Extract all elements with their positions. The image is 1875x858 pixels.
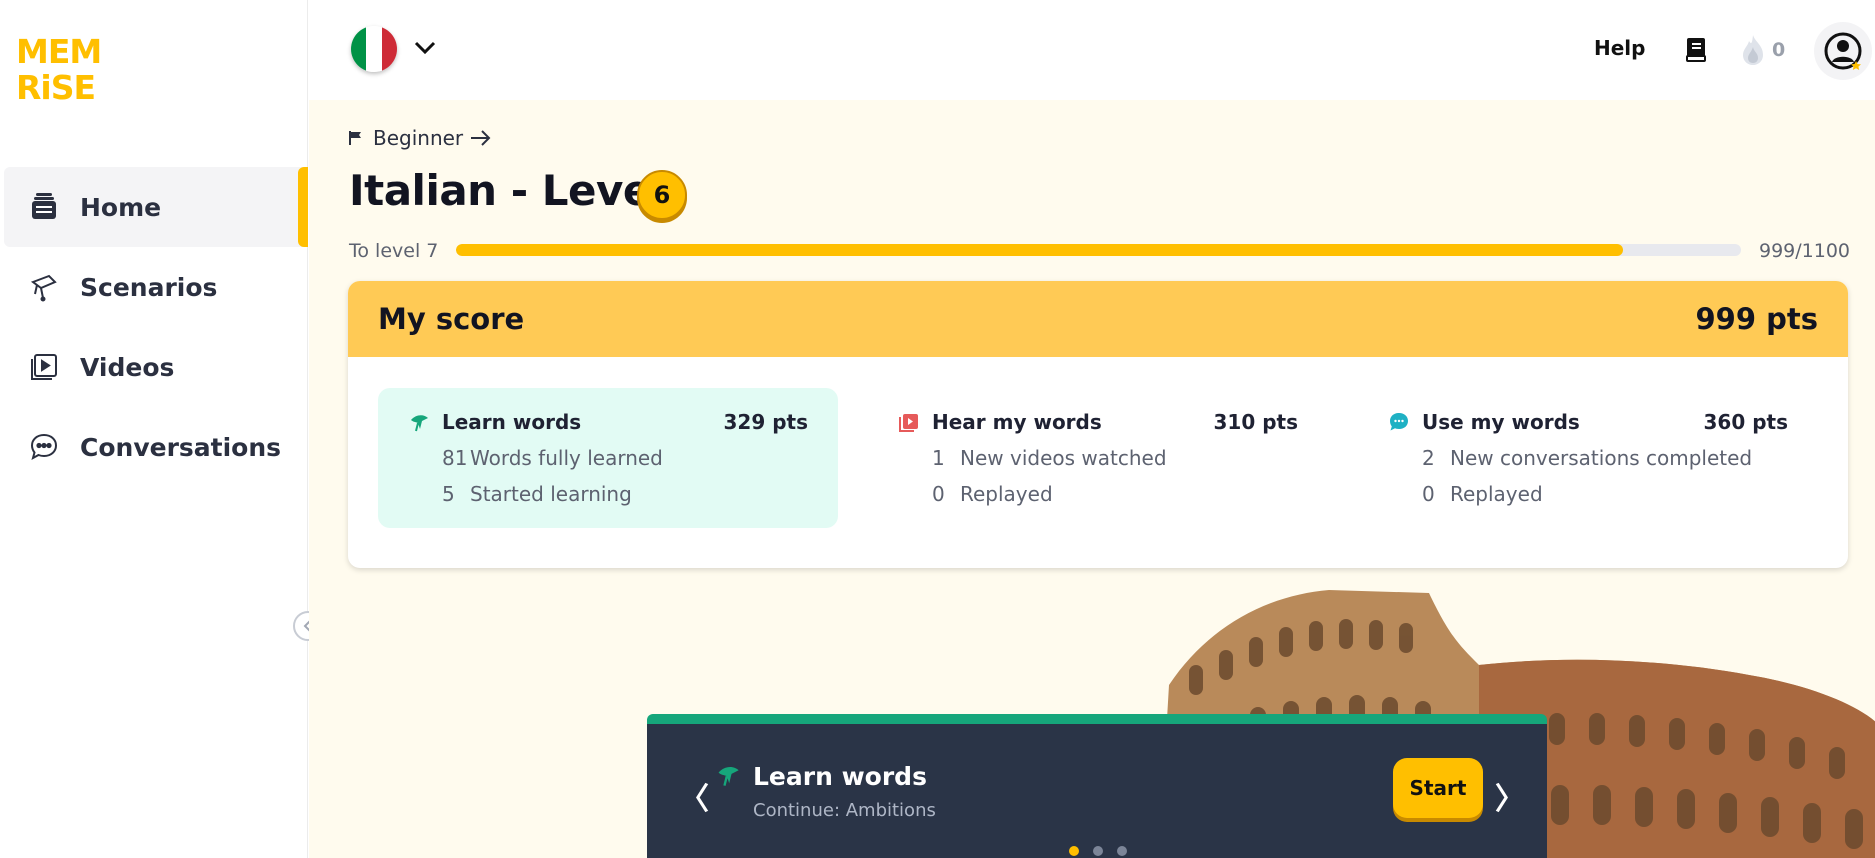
carousel-dot[interactable] xyxy=(1093,846,1103,856)
logo-line-2: RiSE xyxy=(16,68,96,107)
progress-label: To level 7 xyxy=(349,240,439,262)
column-name: Hear my words xyxy=(932,410,1102,434)
top-bar: Help 0 xyxy=(309,0,1875,100)
help-link[interactable]: Help xyxy=(1594,36,1645,60)
start-button[interactable]: Start xyxy=(1393,758,1483,818)
stat-row: 81 Words fully learned xyxy=(442,446,808,470)
page-title: Italian - Level xyxy=(349,166,665,215)
stat-row: 0 Replayed xyxy=(1422,482,1788,506)
score-total: 999 pts xyxy=(1695,302,1818,336)
stat-label: Replayed xyxy=(1450,482,1543,506)
stat-label: Replayed xyxy=(960,482,1053,506)
stat-label: Started learning xyxy=(470,482,632,506)
sidebar-item-label: Videos xyxy=(80,352,175,382)
memrise-logo[interactable]: MEM RiSE xyxy=(16,32,102,107)
score-column-hear-words[interactable]: Hear my words 310 pts 1 New videos watche… xyxy=(868,388,1328,528)
stat-row: 0 Replayed xyxy=(932,482,1298,506)
score-card: My score 999 pts Learn words 329 pts 81 W… xyxy=(348,281,1848,568)
column-points: 360 pts xyxy=(1703,410,1789,434)
next-task-button[interactable]: 〉 xyxy=(1495,774,1525,818)
sidebar-item-label: Conversations xyxy=(80,432,282,462)
chat-teal-icon xyxy=(1390,413,1408,431)
score-column-use-words[interactable]: Use my words 360 pts 2 New conversations … xyxy=(1358,388,1818,528)
carousel-dot[interactable] xyxy=(1069,846,1079,856)
sidebar-item-scenarios[interactable]: Scenarios xyxy=(4,247,308,327)
score-columns: Learn words 329 pts 81 Words fully learne… xyxy=(348,357,1848,568)
arrow-right-icon xyxy=(471,130,491,146)
scenarios-icon xyxy=(26,269,62,305)
stat-number: 2 xyxy=(1422,446,1435,470)
column-points: 329 pts xyxy=(723,410,809,434)
level-progress-bar xyxy=(456,244,1741,256)
column-points: 310 pts xyxy=(1213,410,1299,434)
task-title: Learn words xyxy=(753,762,927,791)
sidebar-item-label: Home xyxy=(80,192,162,222)
sidebar-item-videos[interactable]: Videos xyxy=(4,327,308,407)
learn-sprout-icon xyxy=(411,415,428,432)
score-column-learn-words[interactable]: Learn words 329 pts 81 Words fully learne… xyxy=(378,388,838,528)
video-red-icon xyxy=(899,414,918,432)
task-subtitle: Continue: Ambitions xyxy=(753,800,936,821)
sidebar-item-conversations[interactable]: Conversations xyxy=(4,407,308,487)
breadcrumb-label: Beginner xyxy=(373,126,464,150)
sidebar: MEM RiSE Home Scenarios Videos Conversat… xyxy=(0,0,308,858)
stat-number: 1 xyxy=(932,446,945,470)
sidebar-item-home[interactable]: Home xyxy=(4,167,308,247)
score-header: My score 999 pts xyxy=(348,281,1848,357)
logo-line-1: MEM xyxy=(16,32,102,71)
stat-row: 2 New conversations completed xyxy=(1422,446,1788,470)
sidebar-nav: Home Scenarios Videos Conversations xyxy=(4,167,308,487)
stat-label: New conversations completed xyxy=(1450,446,1753,470)
stat-number: 5 xyxy=(442,482,455,506)
flag-icon xyxy=(349,131,361,145)
video-play-icon xyxy=(26,349,62,385)
task-card: 〈 Learn words Continue: Ambitions Start … xyxy=(647,714,1547,858)
learn-sprout-icon xyxy=(718,766,739,786)
level-progress-fill xyxy=(456,244,1623,256)
score-title: My score xyxy=(378,302,525,336)
avatar[interactable] xyxy=(1814,22,1872,80)
stat-row: 1 New videos watched xyxy=(932,446,1298,470)
progress-count: 999/1100 xyxy=(1759,240,1851,262)
column-header: Use my words 360 pts xyxy=(1388,410,1788,434)
stat-number: 81 xyxy=(442,446,468,470)
previous-task-button[interactable]: 〈 xyxy=(679,774,709,818)
column-header: Learn words 329 pts xyxy=(408,410,808,434)
stat-number: 0 xyxy=(1422,482,1435,506)
breadcrumb[interactable]: Beginner xyxy=(349,126,493,150)
level-badge: 6 xyxy=(637,170,687,220)
stat-label: Words fully learned xyxy=(470,446,663,470)
carousel-dots xyxy=(1069,846,1127,856)
user-profile-icon xyxy=(1824,32,1862,70)
carousel-dot[interactable] xyxy=(1117,846,1127,856)
sidebar-item-label: Scenarios xyxy=(80,272,218,302)
column-header: Hear my words 310 pts xyxy=(898,410,1298,434)
main-content: Beginner Italian - Level 6 To level 7 99… xyxy=(309,100,1875,858)
chat-bubble-icon xyxy=(26,429,62,465)
dictionary-book-icon[interactable] xyxy=(1683,36,1709,64)
streak-fire-icon[interactable] xyxy=(1739,33,1767,67)
stat-label: New videos watched xyxy=(960,446,1167,470)
stat-row: 5 Started learning xyxy=(442,482,808,506)
chevron-down-icon[interactable] xyxy=(411,34,439,62)
italy-flag-icon[interactable] xyxy=(351,26,397,72)
home-stack-icon xyxy=(26,189,62,225)
stat-number: 0 xyxy=(932,482,945,506)
column-name: Use my words xyxy=(1422,410,1580,434)
streak-count: 0 xyxy=(1772,39,1786,61)
column-name: Learn words xyxy=(442,410,582,434)
